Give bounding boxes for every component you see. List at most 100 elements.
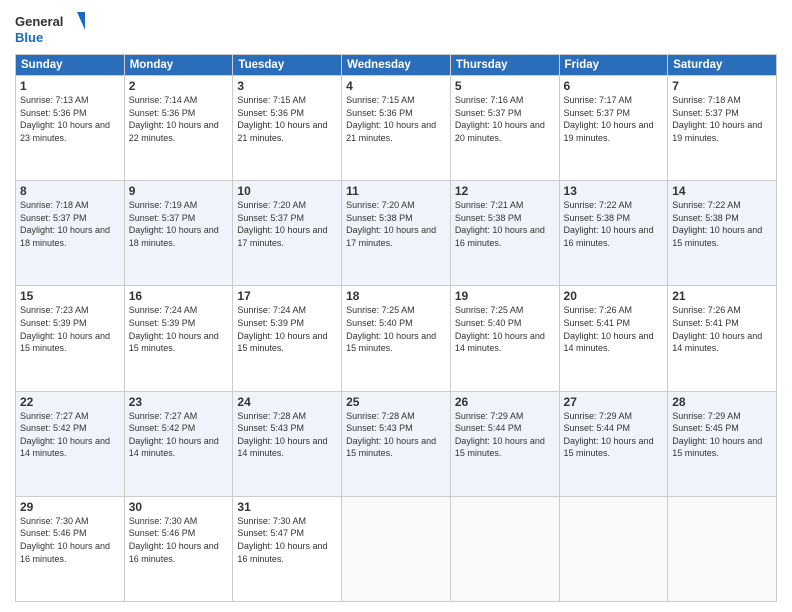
day-cell: 22 Sunrise: 7:27 AM Sunset: 5:42 PM Dayl… — [16, 391, 125, 496]
day-cell: 7 Sunrise: 7:18 AM Sunset: 5:37 PM Dayli… — [668, 76, 777, 181]
day-number: 29 — [20, 500, 120, 514]
day-info: Sunrise: 7:15 AM Sunset: 5:36 PM Dayligh… — [237, 94, 337, 144]
day-cell: 31 Sunrise: 7:30 AM Sunset: 5:47 PM Dayl… — [233, 496, 342, 601]
day-number: 8 — [20, 184, 120, 198]
day-number: 4 — [346, 79, 446, 93]
day-info: Sunrise: 7:26 AM Sunset: 5:41 PM Dayligh… — [564, 304, 664, 354]
calendar-page: General Blue SundayMondayTuesdayWednesda… — [0, 0, 792, 612]
day-cell: 8 Sunrise: 7:18 AM Sunset: 5:37 PM Dayli… — [16, 181, 125, 286]
day-info: Sunrise: 7:30 AM Sunset: 5:46 PM Dayligh… — [129, 515, 229, 565]
day-info: Sunrise: 7:17 AM Sunset: 5:37 PM Dayligh… — [564, 94, 664, 144]
day-cell: 17 Sunrise: 7:24 AM Sunset: 5:39 PM Dayl… — [233, 286, 342, 391]
day-number: 1 — [20, 79, 120, 93]
week-row-5: 29 Sunrise: 7:30 AM Sunset: 5:46 PM Dayl… — [16, 496, 777, 601]
day-cell — [559, 496, 668, 601]
day-number: 27 — [564, 395, 664, 409]
day-cell: 28 Sunrise: 7:29 AM Sunset: 5:45 PM Dayl… — [668, 391, 777, 496]
day-info: Sunrise: 7:23 AM Sunset: 5:39 PM Dayligh… — [20, 304, 120, 354]
day-cell: 24 Sunrise: 7:28 AM Sunset: 5:43 PM Dayl… — [233, 391, 342, 496]
day-cell: 13 Sunrise: 7:22 AM Sunset: 5:38 PM Dayl… — [559, 181, 668, 286]
day-cell: 25 Sunrise: 7:28 AM Sunset: 5:43 PM Dayl… — [342, 391, 451, 496]
day-cell: 2 Sunrise: 7:14 AM Sunset: 5:36 PM Dayli… — [124, 76, 233, 181]
day-info: Sunrise: 7:20 AM Sunset: 5:38 PM Dayligh… — [346, 199, 446, 249]
day-cell: 9 Sunrise: 7:19 AM Sunset: 5:37 PM Dayli… — [124, 181, 233, 286]
day-info: Sunrise: 7:28 AM Sunset: 5:43 PM Dayligh… — [346, 410, 446, 460]
col-header-sunday: Sunday — [16, 55, 125, 76]
day-cell: 27 Sunrise: 7:29 AM Sunset: 5:44 PM Dayl… — [559, 391, 668, 496]
day-info: Sunrise: 7:30 AM Sunset: 5:46 PM Dayligh… — [20, 515, 120, 565]
day-cell: 20 Sunrise: 7:26 AM Sunset: 5:41 PM Dayl… — [559, 286, 668, 391]
calendar-table: SundayMondayTuesdayWednesdayThursdayFrid… — [15, 54, 777, 602]
day-cell: 23 Sunrise: 7:27 AM Sunset: 5:42 PM Dayl… — [124, 391, 233, 496]
day-cell: 14 Sunrise: 7:22 AM Sunset: 5:38 PM Dayl… — [668, 181, 777, 286]
day-info: Sunrise: 7:16 AM Sunset: 5:37 PM Dayligh… — [455, 94, 555, 144]
day-number: 28 — [672, 395, 772, 409]
week-row-2: 8 Sunrise: 7:18 AM Sunset: 5:37 PM Dayli… — [16, 181, 777, 286]
day-number: 31 — [237, 500, 337, 514]
day-info: Sunrise: 7:22 AM Sunset: 5:38 PM Dayligh… — [564, 199, 664, 249]
day-cell: 19 Sunrise: 7:25 AM Sunset: 5:40 PM Dayl… — [450, 286, 559, 391]
col-header-friday: Friday — [559, 55, 668, 76]
col-header-monday: Monday — [124, 55, 233, 76]
logo-svg: General Blue — [15, 10, 85, 48]
day-number: 16 — [129, 289, 229, 303]
day-cell: 29 Sunrise: 7:30 AM Sunset: 5:46 PM Dayl… — [16, 496, 125, 601]
day-number: 9 — [129, 184, 229, 198]
day-cell — [450, 496, 559, 601]
day-number: 10 — [237, 184, 337, 198]
day-number: 15 — [20, 289, 120, 303]
day-number: 7 — [672, 79, 772, 93]
day-cell: 15 Sunrise: 7:23 AM Sunset: 5:39 PM Dayl… — [16, 286, 125, 391]
day-info: Sunrise: 7:25 AM Sunset: 5:40 PM Dayligh… — [455, 304, 555, 354]
day-number: 21 — [672, 289, 772, 303]
header: General Blue — [15, 10, 777, 48]
day-info: Sunrise: 7:27 AM Sunset: 5:42 PM Dayligh… — [129, 410, 229, 460]
day-number: 11 — [346, 184, 446, 198]
day-info: Sunrise: 7:14 AM Sunset: 5:36 PM Dayligh… — [129, 94, 229, 144]
day-info: Sunrise: 7:30 AM Sunset: 5:47 PM Dayligh… — [237, 515, 337, 565]
day-info: Sunrise: 7:19 AM Sunset: 5:37 PM Dayligh… — [129, 199, 229, 249]
day-cell: 16 Sunrise: 7:24 AM Sunset: 5:39 PM Dayl… — [124, 286, 233, 391]
svg-text:General: General — [15, 14, 63, 29]
day-number: 18 — [346, 289, 446, 303]
week-row-3: 15 Sunrise: 7:23 AM Sunset: 5:39 PM Dayl… — [16, 286, 777, 391]
day-cell: 6 Sunrise: 7:17 AM Sunset: 5:37 PM Dayli… — [559, 76, 668, 181]
day-cell: 4 Sunrise: 7:15 AM Sunset: 5:36 PM Dayli… — [342, 76, 451, 181]
day-number: 13 — [564, 184, 664, 198]
day-info: Sunrise: 7:28 AM Sunset: 5:43 PM Dayligh… — [237, 410, 337, 460]
day-info: Sunrise: 7:29 AM Sunset: 5:45 PM Dayligh… — [672, 410, 772, 460]
day-info: Sunrise: 7:29 AM Sunset: 5:44 PM Dayligh… — [455, 410, 555, 460]
col-header-tuesday: Tuesday — [233, 55, 342, 76]
day-number: 23 — [129, 395, 229, 409]
day-cell: 11 Sunrise: 7:20 AM Sunset: 5:38 PM Dayl… — [342, 181, 451, 286]
col-header-thursday: Thursday — [450, 55, 559, 76]
day-number: 14 — [672, 184, 772, 198]
day-info: Sunrise: 7:21 AM Sunset: 5:38 PM Dayligh… — [455, 199, 555, 249]
day-cell: 1 Sunrise: 7:13 AM Sunset: 5:36 PM Dayli… — [16, 76, 125, 181]
day-number: 2 — [129, 79, 229, 93]
day-info: Sunrise: 7:20 AM Sunset: 5:37 PM Dayligh… — [237, 199, 337, 249]
week-row-1: 1 Sunrise: 7:13 AM Sunset: 5:36 PM Dayli… — [16, 76, 777, 181]
day-info: Sunrise: 7:18 AM Sunset: 5:37 PM Dayligh… — [672, 94, 772, 144]
day-cell: 10 Sunrise: 7:20 AM Sunset: 5:37 PM Dayl… — [233, 181, 342, 286]
day-info: Sunrise: 7:24 AM Sunset: 5:39 PM Dayligh… — [237, 304, 337, 354]
day-number: 26 — [455, 395, 555, 409]
day-info: Sunrise: 7:18 AM Sunset: 5:37 PM Dayligh… — [20, 199, 120, 249]
day-number: 6 — [564, 79, 664, 93]
day-number: 24 — [237, 395, 337, 409]
day-number: 20 — [564, 289, 664, 303]
day-cell: 12 Sunrise: 7:21 AM Sunset: 5:38 PM Dayl… — [450, 181, 559, 286]
day-number: 19 — [455, 289, 555, 303]
day-cell: 30 Sunrise: 7:30 AM Sunset: 5:46 PM Dayl… — [124, 496, 233, 601]
day-info: Sunrise: 7:15 AM Sunset: 5:36 PM Dayligh… — [346, 94, 446, 144]
day-cell: 5 Sunrise: 7:16 AM Sunset: 5:37 PM Dayli… — [450, 76, 559, 181]
day-cell: 18 Sunrise: 7:25 AM Sunset: 5:40 PM Dayl… — [342, 286, 451, 391]
day-info: Sunrise: 7:25 AM Sunset: 5:40 PM Dayligh… — [346, 304, 446, 354]
week-row-4: 22 Sunrise: 7:27 AM Sunset: 5:42 PM Dayl… — [16, 391, 777, 496]
day-info: Sunrise: 7:22 AM Sunset: 5:38 PM Dayligh… — [672, 199, 772, 249]
day-number: 5 — [455, 79, 555, 93]
day-info: Sunrise: 7:24 AM Sunset: 5:39 PM Dayligh… — [129, 304, 229, 354]
day-info: Sunrise: 7:27 AM Sunset: 5:42 PM Dayligh… — [20, 410, 120, 460]
day-cell — [668, 496, 777, 601]
day-info: Sunrise: 7:13 AM Sunset: 5:36 PM Dayligh… — [20, 94, 120, 144]
